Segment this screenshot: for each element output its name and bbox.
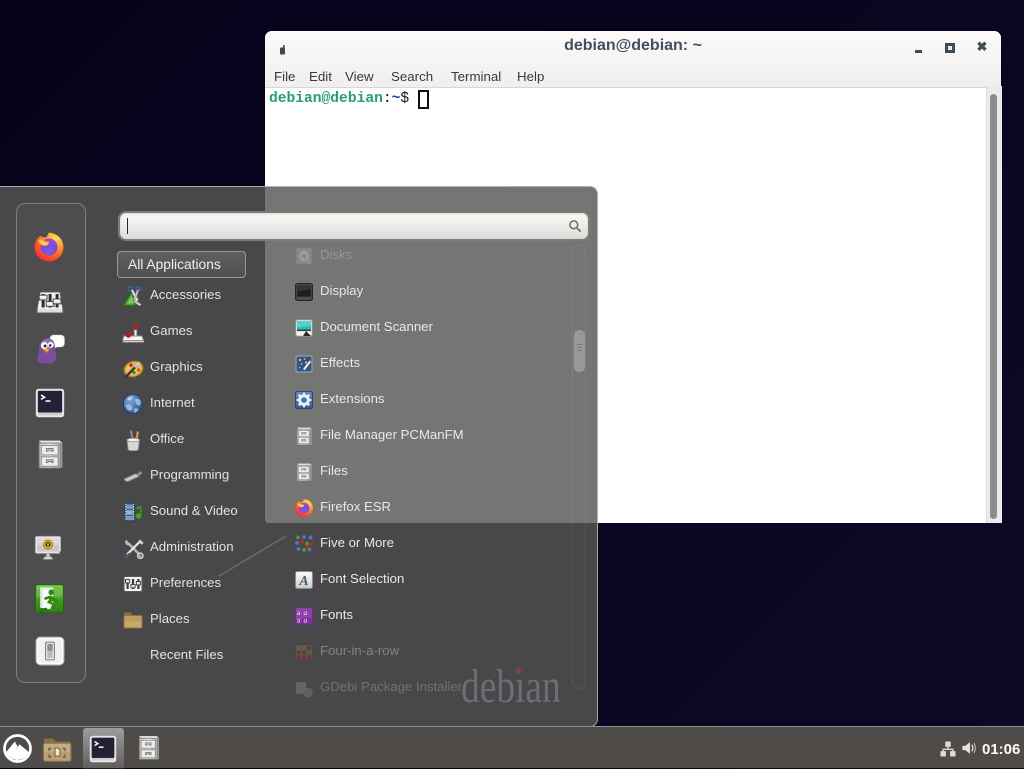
svg-text:debıan: debıan bbox=[461, 664, 561, 713]
svg-text:a: a bbox=[304, 616, 308, 625]
svg-text:A: A bbox=[298, 573, 308, 588]
